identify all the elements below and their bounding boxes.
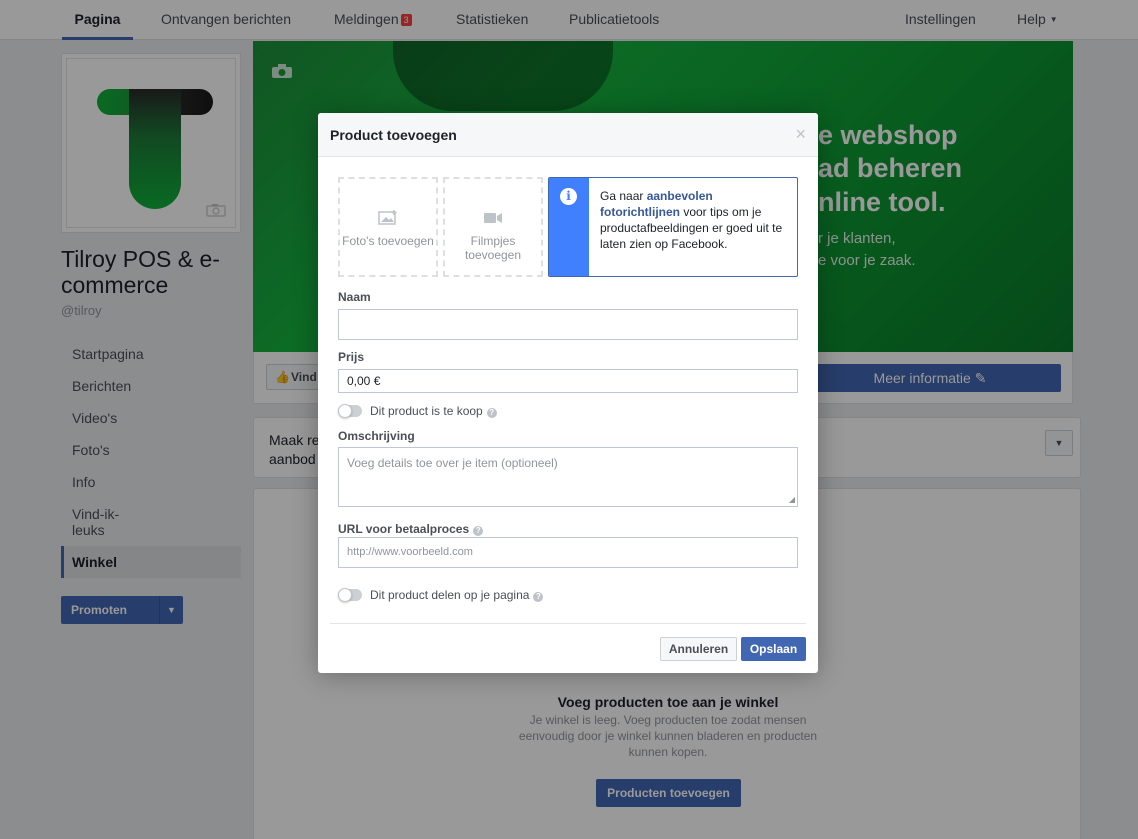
for-sale-toggle[interactable] [338,403,362,418]
share-row: Dit product delen op je pagina? [338,587,544,602]
add-photos-button[interactable]: Foto's toevoegen [338,177,438,277]
guidelines-text: Ga naar aanbevolen fotorichtlijnen voor … [600,188,792,252]
for-sale-row: Dit product is te koop? [338,403,497,418]
description-textarea[interactable]: Voeg details toe over je item (optioneel… [338,447,798,507]
help-icon[interactable]: ? [486,408,497,418]
checkout-url-label-text: URL voor betaalproces [338,522,470,536]
toggle-knob [338,403,352,418]
description-placeholder: Voeg details toe over je item (optioneel… [347,456,558,470]
photo-icon [340,209,436,230]
dialog-header: Product toevoegen × [318,113,818,157]
name-label: Naam [338,290,371,304]
add-product-dialog: Product toevoegen × Foto's toevoegen Fil… [318,113,818,673]
add-videos-button[interactable]: Filmpjes toevoegen [443,177,543,277]
toggle-knob [338,587,352,602]
help-icon[interactable]: ? [473,526,484,536]
share-toggle[interactable] [338,587,362,602]
photo-guidelines-notice: i Ga naar aanbevolen fotorichtlijnen voo… [548,177,798,277]
resize-grip-icon[interactable]: ◢ [789,495,795,504]
video-camera-icon [455,209,531,230]
help-icon[interactable]: ? [533,592,544,602]
dialog-title: Product toevoegen [330,127,457,143]
close-icon[interactable]: × [795,125,806,143]
add-videos-label: Filmpjes toevoegen [464,234,522,262]
dialog-footer-divider [330,623,806,624]
cancel-button[interactable]: Annuleren [660,637,737,661]
guidelines-pre: Ga naar [600,189,647,203]
save-button[interactable]: Opslaan [741,637,806,661]
checkout-url-label: URL voor betaalproces? [338,522,484,536]
checkout-url-input[interactable]: http://www.voorbeeld.com [338,537,798,568]
name-input[interactable] [338,309,798,340]
price-label: Prijs [338,350,365,364]
price-input[interactable]: 0,00 € [338,369,798,393]
description-label: Omschrijving [338,429,415,443]
info-icon: i [560,188,577,205]
share-label: Dit product delen op je pagina [370,588,530,602]
add-photos-label: Foto's toevoegen [342,234,434,248]
for-sale-label: Dit product is te koop [370,404,483,418]
